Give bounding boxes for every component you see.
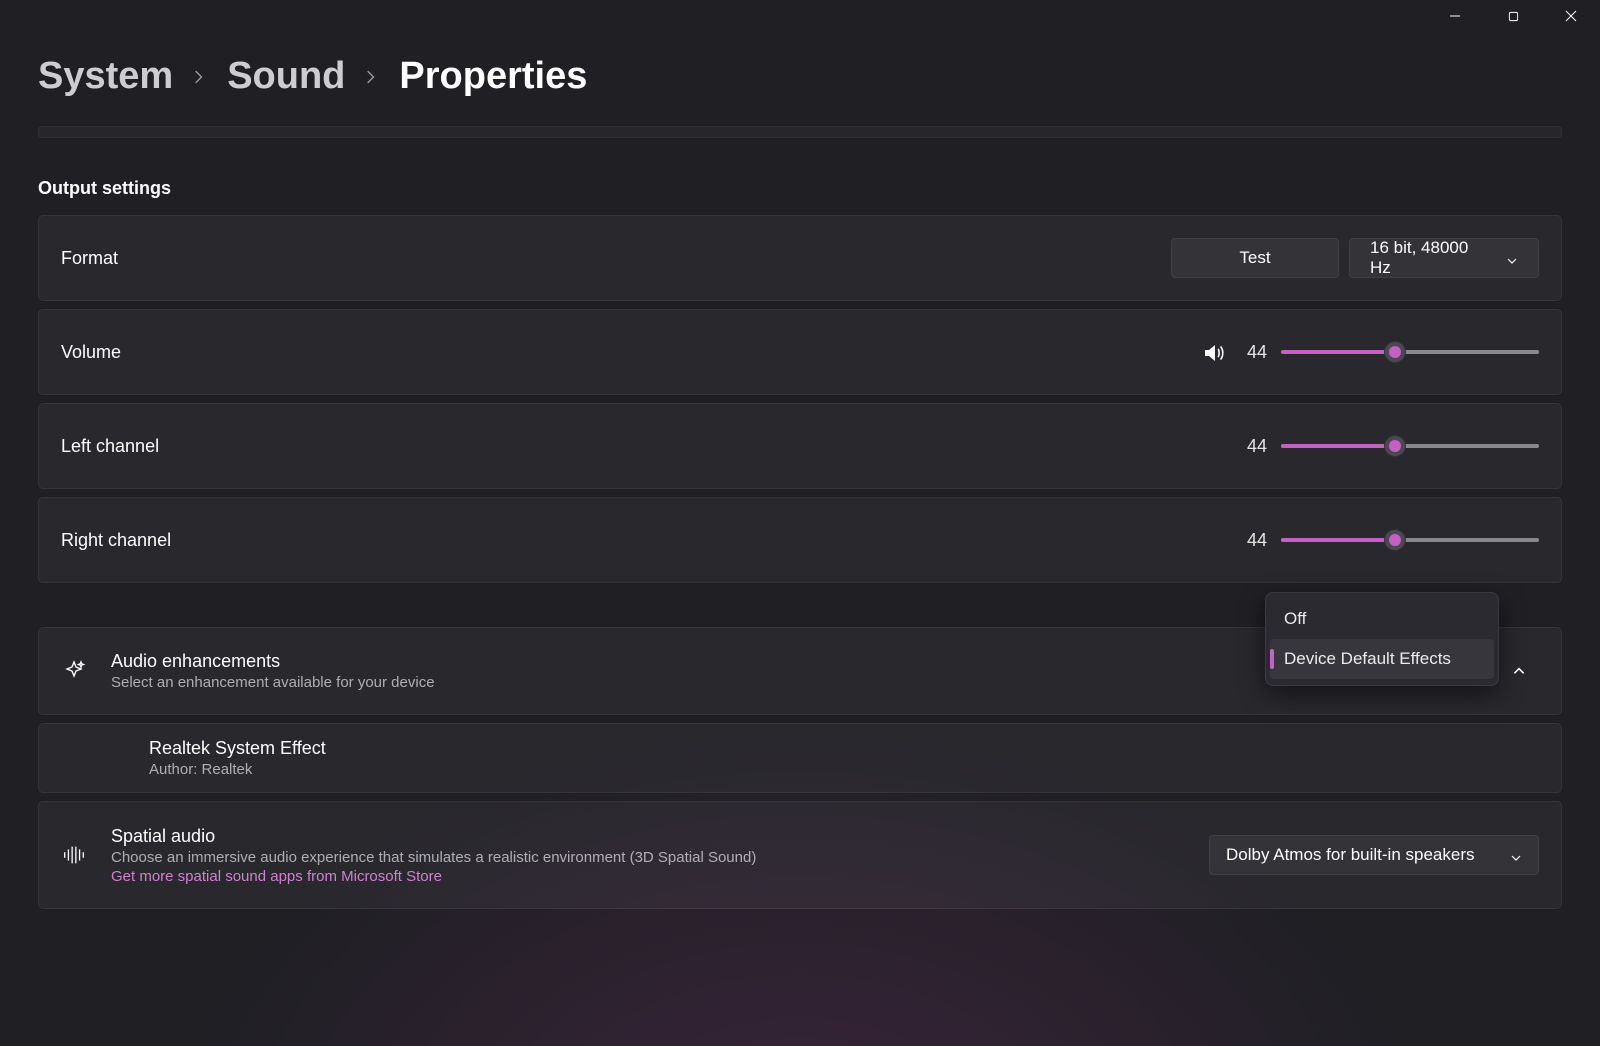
spatial-audio-icon: [61, 843, 87, 867]
slider-thumb[interactable]: [1384, 341, 1406, 363]
window-controls: [1426, 0, 1600, 32]
chevron-down-icon: [1506, 252, 1518, 264]
enhancement-option-off[interactable]: Off: [1270, 599, 1494, 639]
speaker-icon[interactable]: [1201, 341, 1223, 363]
audio-enhancements-title: Audio enhancements: [111, 651, 435, 672]
minimize-button[interactable]: [1426, 0, 1484, 32]
left-channel-value: 44: [1237, 436, 1267, 457]
breadcrumb-sound[interactable]: Sound: [227, 55, 345, 98]
format-label: Format: [61, 248, 118, 269]
left-channel-slider[interactable]: [1281, 444, 1539, 448]
spatial-audio-row: Spatial audio Choose an immersive audio …: [38, 801, 1562, 909]
breadcrumb: System Sound Properties: [38, 55, 1562, 98]
slider-thumb[interactable]: [1384, 529, 1406, 551]
chevron-right-icon: [191, 68, 209, 86]
format-dropdown[interactable]: 16 bit, 48000 Hz: [1349, 238, 1539, 278]
maximize-button[interactable]: [1484, 0, 1542, 32]
volume-value: 44: [1237, 342, 1267, 363]
audio-enhancements-row[interactable]: Audio enhancements Select an enhancement…: [38, 627, 1562, 715]
spatial-value: Dolby Atmos for built-in speakers: [1226, 845, 1475, 865]
close-button[interactable]: [1542, 0, 1600, 32]
spatial-store-link[interactable]: Get more spatial sound apps from Microso…: [111, 868, 756, 885]
enhancement-option-default[interactable]: Device Default Effects: [1270, 639, 1494, 679]
realtek-subtitle: Author: Realtek: [149, 761, 326, 778]
right-channel-slider[interactable]: [1281, 538, 1539, 542]
spatial-dropdown[interactable]: Dolby Atmos for built-in speakers: [1209, 835, 1539, 875]
collapse-button[interactable]: [1499, 651, 1539, 691]
left-channel-row: Left channel 44: [38, 403, 1562, 489]
volume-slider[interactable]: [1281, 350, 1539, 354]
audio-enhancements-subtitle: Select an enhancement available for your…: [111, 674, 435, 691]
realtek-title: Realtek System Effect: [149, 738, 326, 759]
slider-thumb[interactable]: [1384, 435, 1406, 457]
page-content: System Sound Properties Output settings …: [0, 0, 1600, 909]
breadcrumb-properties: Properties: [399, 55, 587, 98]
left-channel-label: Left channel: [61, 436, 159, 457]
top-divider-bar: [38, 126, 1562, 138]
format-row: Format Test 16 bit, 48000 Hz: [38, 215, 1562, 301]
section-title-output: Output settings: [38, 178, 1562, 199]
breadcrumb-system[interactable]: System: [38, 55, 173, 98]
test-button[interactable]: Test: [1171, 238, 1339, 278]
right-channel-label: Right channel: [61, 530, 171, 551]
volume-label: Volume: [61, 342, 121, 363]
right-channel-value: 44: [1237, 530, 1267, 551]
spatial-title: Spatial audio: [111, 826, 756, 847]
volume-row: Volume 44: [38, 309, 1562, 395]
enhancement-dropdown-popup: Off Device Default Effects: [1265, 592, 1499, 686]
right-channel-row: Right channel 44: [38, 497, 1562, 583]
realtek-effect-row[interactable]: Realtek System Effect Author: Realtek: [38, 723, 1562, 793]
chevron-right-icon: [363, 68, 381, 86]
chevron-down-icon: [1510, 849, 1522, 861]
spatial-subtitle: Choose an immersive audio experience tha…: [111, 849, 756, 866]
format-value: 16 bit, 48000 Hz: [1370, 238, 1492, 278]
sparkle-icon: [61, 659, 87, 683]
